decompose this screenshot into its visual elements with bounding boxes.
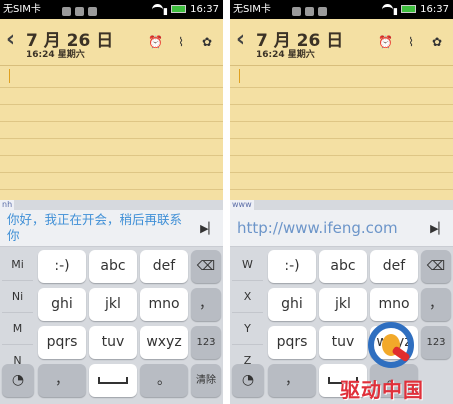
key-ghi[interactable]: ghi [38, 288, 86, 321]
note-time: 16:24 星期六 [256, 50, 315, 60]
space-key[interactable] [319, 364, 367, 397]
carrier-label: 无SIM卡 [233, 4, 271, 15]
key-chinese-comma[interactable]: ， [268, 364, 316, 397]
notification-icons [62, 4, 101, 16]
key-wxyz[interactable]: wxyz [370, 326, 418, 359]
android-icon [88, 7, 97, 16]
key-punct-mode[interactable]: ◔ [232, 364, 264, 397]
status-bar: 无SIM卡 ▮ 16:37 [0, 0, 223, 19]
key-jkl[interactable]: jkl [89, 288, 137, 321]
key-chinese-comma[interactable]: ， [38, 364, 86, 397]
alarm-icon[interactable]: ⏰ [378, 35, 393, 49]
palette-icon[interactable]: ✿ [430, 35, 444, 49]
alarm-icon[interactable]: ⏰ [148, 35, 163, 49]
key-123[interactable]: 123 [191, 326, 221, 359]
wifi-icon [152, 4, 163, 13]
image-icon [62, 7, 71, 16]
clock: 16:37 [420, 4, 449, 15]
paperclip-icon[interactable]: ⌇ [404, 35, 418, 49]
backspace-icon[interactable]: ⌫ [191, 250, 221, 283]
back-chevron-icon[interactable]: ‹ [236, 29, 245, 51]
space-key[interactable] [89, 364, 137, 397]
android-icon [305, 7, 314, 16]
image-icon [292, 7, 301, 16]
key-pqrs[interactable]: pqrs [38, 326, 86, 359]
key-123[interactable]: 123 [421, 326, 451, 359]
wifi-icon [382, 4, 393, 13]
carrier-label: 无SIM卡 [3, 4, 41, 15]
status-bar: 无SIM卡 ▮ 16:37 [230, 0, 453, 19]
clear-button[interactable]: 清除 [191, 364, 221, 397]
notification-icons [292, 4, 331, 16]
battery-icon [401, 5, 416, 13]
key-comma[interactable]: ， [191, 288, 221, 321]
key-comma[interactable]: ， [421, 288, 451, 321]
clock: 16:37 [190, 4, 219, 15]
pinyin-side-list: Mi Ni M N [2, 249, 33, 377]
candidate-bar: 你好，我正在开会，稍后再联系你 ▶▏ [0, 210, 223, 247]
side-key[interactable]: W [232, 249, 263, 281]
side-key[interactable]: Mi [2, 249, 33, 281]
candidate-bar: http://www.ifeng.com ▶▏ [230, 210, 453, 247]
space-icon [98, 376, 128, 384]
key-abc[interactable]: abc [319, 250, 367, 283]
key-abc[interactable]: abc [89, 250, 137, 283]
back-chevron-icon[interactable]: ‹ [6, 29, 15, 51]
key-punct-mode[interactable]: ◔ [2, 364, 34, 397]
key-pqrs[interactable]: pqrs [268, 326, 316, 359]
side-key[interactable]: M [2, 313, 33, 345]
note-header: ‹ 7 月 26 日 16:24 星期六 ⏰ ⌇ ✿ [230, 19, 453, 66]
keyboard: Mi Ni M N :-) abc def ⌫ ghi jkl mno ， pq… [0, 247, 223, 404]
composition-text: nh [0, 200, 15, 210]
key-def[interactable]: def [370, 250, 418, 283]
note-header: ‹ 7 月 26 日 16:24 星期六 ⏰ ⌇ ✿ [0, 19, 223, 66]
side-key[interactable]: Y [232, 313, 263, 345]
key-def[interactable]: def [140, 250, 188, 283]
keyboard: W X Y Z :-) abc def ⌫ ghi jkl mno ， pqrs… [230, 247, 453, 404]
screenshot-divider [223, 0, 230, 404]
key-jkl[interactable]: jkl [319, 288, 367, 321]
space-icon [328, 376, 358, 384]
text-cursor [239, 69, 240, 83]
text-cursor [9, 69, 10, 83]
key-ghi[interactable]: ghi [268, 288, 316, 321]
pinyin-side-list: W X Y Z [232, 249, 263, 377]
key-chinese-period[interactable]: 。 [140, 364, 188, 397]
side-key[interactable]: Ni [2, 281, 33, 313]
key-chinese-period[interactable]: 。 [370, 364, 418, 397]
palette-icon[interactable]: ✿ [200, 35, 214, 49]
key-emoticon[interactable]: :-) [268, 250, 316, 283]
android-icon [318, 7, 327, 16]
note-time: 16:24 星期六 [26, 50, 85, 60]
paperclip-icon[interactable]: ⌇ [174, 35, 188, 49]
side-key[interactable]: X [232, 281, 263, 313]
android-icon [75, 7, 84, 16]
key-tuv[interactable]: tuv [319, 326, 367, 359]
composition-text: www [230, 200, 254, 210]
candidate-suggestion[interactable]: 你好，我正在开会，稍后再联系你 [7, 212, 187, 244]
left-phone-screen: 无SIM卡 ▮ 16:37 ‹ 7 月 26 日 16:24 星期六 ⏰ ⌇ ✿… [0, 0, 223, 404]
key-mno[interactable]: mno [140, 288, 188, 321]
right-phone-screen: 无SIM卡 ▮ 16:37 ‹ 7 月 26 日 16:24 星期六 ⏰ ⌇ ✿… [230, 0, 453, 404]
backspace-icon[interactable]: ⌫ [421, 250, 451, 283]
expand-candidates-icon[interactable]: ▶▏ [200, 222, 217, 235]
candidate-suggestion[interactable]: http://www.ifeng.com [237, 220, 417, 236]
key-mno[interactable]: mno [370, 288, 418, 321]
battery-icon [171, 5, 186, 13]
expand-candidates-icon[interactable]: ▶▏ [430, 222, 447, 235]
key-wxyz[interactable]: wxyz [140, 326, 188, 359]
note-paper[interactable]: ‹ 7 月 26 日 16:24 星期六 ⏰ ⌇ ✿ [230, 19, 453, 200]
note-paper[interactable]: ‹ 7 月 26 日 16:24 星期六 ⏰ ⌇ ✿ [0, 19, 223, 200]
key-tuv[interactable]: tuv [89, 326, 137, 359]
key-emoticon[interactable]: :-) [38, 250, 86, 283]
